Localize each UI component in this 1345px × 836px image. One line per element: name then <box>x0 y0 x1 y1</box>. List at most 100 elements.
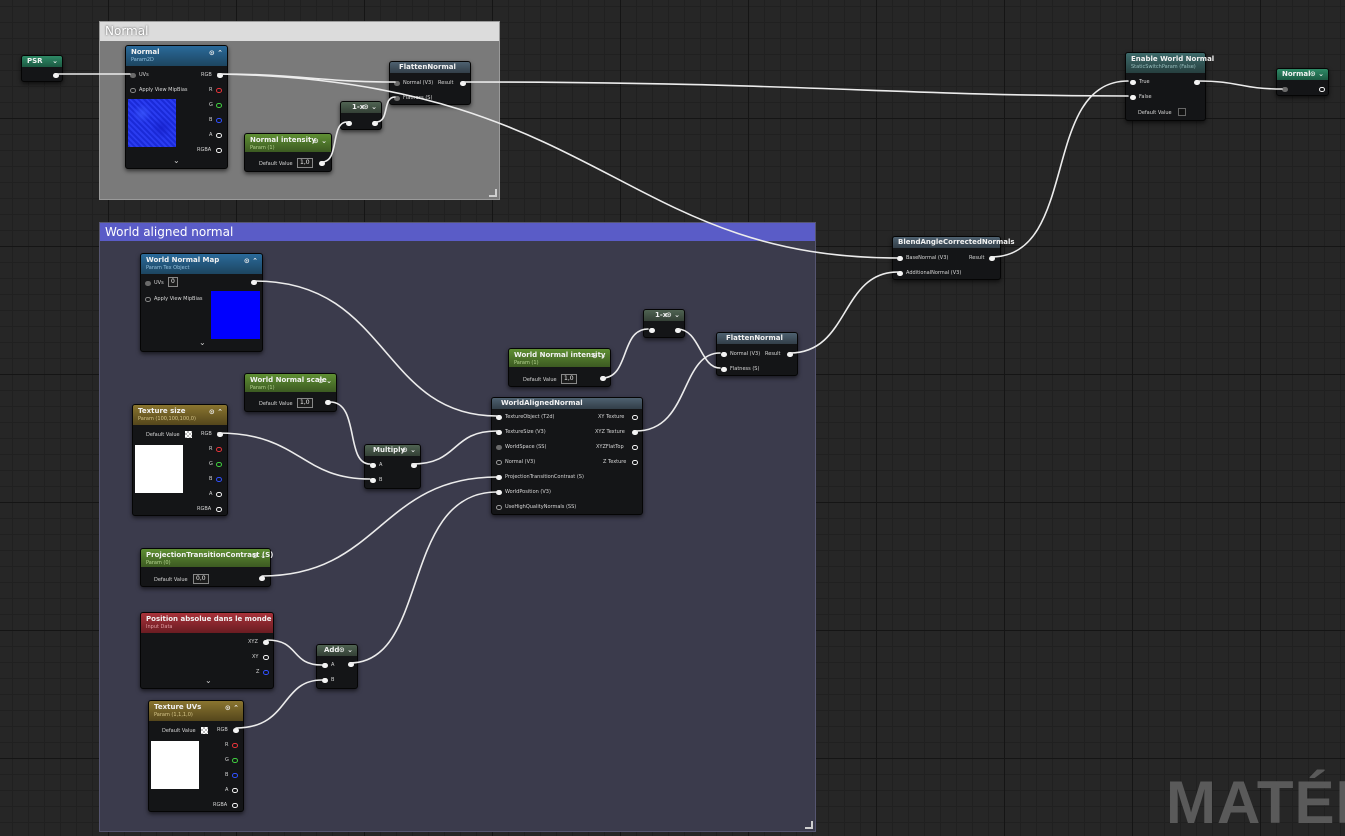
output-pin-rgba[interactable] <box>216 507 222 512</box>
output-pin-r[interactable] <box>216 88 222 93</box>
expand-chevron-icon[interactable]: ⌄ <box>173 156 180 165</box>
default-value-input[interactable]: 1,0 <box>561 374 577 384</box>
node-projection-transition-contrast[interactable]: ProjectionTransitionContrast (S) Param (… <box>140 548 273 587</box>
node-world-normal-scale[interactable]: World Normal scale Param (1) ⊙ ⌄ Default… <box>244 373 337 412</box>
node-options-icon[interactable]: ⊙ ⌃ <box>225 704 239 712</box>
node-options-icon[interactable]: ⊙ ⌄ <box>313 137 327 145</box>
node-header[interactable]: Multiply ⊙ ⌄ <box>365 445 420 456</box>
node-header[interactable]: Position absolue dans le monde Input Dat… <box>141 613 273 633</box>
node-options-icon[interactable]: ⊙ ⌄ <box>339 646 353 654</box>
output-pin-a[interactable] <box>216 133 222 138</box>
input-pin-mipbias[interactable] <box>145 297 151 302</box>
input-pin-world-position[interactable] <box>496 490 502 495</box>
node-options-icon[interactable]: ⊙ ⌄ <box>252 552 266 560</box>
input-pin-uvs[interactable] <box>145 281 151 286</box>
node-add[interactable]: Add ⊙ ⌄ A B <box>316 644 358 689</box>
input-pin[interactable] <box>649 328 655 333</box>
node-options-icon[interactable]: ⊙ ⌃ <box>209 49 223 57</box>
output-pin-z[interactable] <box>263 670 269 675</box>
node-normal-texture[interactable]: Normal Param2D ⊙ ⌃ UVs Apply View MipBia… <box>125 45 228 169</box>
output-pin-a[interactable] <box>216 492 222 497</box>
input-pin-normal[interactable] <box>394 81 400 86</box>
color-picker-swatch[interactable] <box>201 727 208 734</box>
default-value-input[interactable]: 0,0 <box>193 574 209 584</box>
resize-handle-icon[interactable] <box>489 189 497 197</box>
output-pin-z-texture[interactable] <box>632 460 638 465</box>
output-pin-xyz-flat-top[interactable] <box>632 445 638 450</box>
default-value-input[interactable]: 1,0 <box>297 398 313 408</box>
output-pin[interactable] <box>1194 80 1200 85</box>
node-texture-size[interactable]: Texture size Param (100,100,100,0) ⊙ ⌃ D… <box>132 404 228 516</box>
input-pin-uvs[interactable] <box>130 73 136 78</box>
node-options-icon[interactable]: ⊙ ⌄ <box>363 103 377 111</box>
node-psr[interactable]: PSR ⌄ <box>21 55 63 82</box>
output-pin[interactable] <box>325 400 331 405</box>
input-pin-additional-normal[interactable] <box>897 271 903 276</box>
output-pin-rgb[interactable] <box>217 73 223 78</box>
node-texture-uvs[interactable]: Texture UVs Param (1,1,1,0) ⊙ ⌃ Default … <box>148 700 244 812</box>
node-options-icon[interactable]: ⊙ ⌃ <box>244 257 258 265</box>
node-header[interactable]: 1-x ⊙ ⌄ <box>644 310 684 321</box>
output-pin-xy-texture[interactable] <box>632 415 638 420</box>
node-world-normal-map[interactable]: World Normal Map Param Tex Object ⊙ ⌃ UV… <box>140 253 263 352</box>
node-blend-angle-corrected-normals[interactable]: BlendAngleCorrectedNormals BaseNormal (V… <box>892 236 1015 280</box>
output-pin-xy[interactable] <box>263 655 269 660</box>
node-header[interactable]: World Normal Map Param Tex Object ⊙ ⌃ <box>141 254 262 274</box>
input-pin-flatness[interactable] <box>394 96 400 101</box>
input-pin-b[interactable] <box>370 478 376 483</box>
node-world-aligned-normal[interactable]: WorldAlignedNormal TextureObject (T2d) T… <box>491 397 643 515</box>
input-pin-texture-object[interactable] <box>496 415 502 420</box>
output-pin[interactable] <box>600 376 606 381</box>
node-options-icon[interactable]: ⊙ ⌄ <box>402 446 416 454</box>
output-pin[interactable] <box>259 576 265 581</box>
node-header[interactable]: Enable World Normal StaticSwitchParam (F… <box>1126 53 1214 73</box>
input-pin-mipbias[interactable] <box>130 88 136 93</box>
node-header[interactable]: World Normal scale Param (1) ⊙ ⌄ <box>245 374 336 392</box>
output-pin-result[interactable] <box>460 81 466 86</box>
node-options-icon[interactable]: ⊙ ⌄ <box>318 377 332 385</box>
input-pin-false[interactable] <box>1130 95 1136 100</box>
default-value-input[interactable]: 1,0 <box>297 158 313 168</box>
node-options-icon[interactable]: ⊙ ⌃ <box>209 408 223 416</box>
output-pin-result[interactable] <box>787 352 793 357</box>
node-header[interactable]: PSR ⌄ <box>22 56 62 67</box>
output-pin[interactable] <box>372 121 378 126</box>
input-pin-flatness[interactable] <box>721 367 727 372</box>
output-pin[interactable] <box>348 662 354 667</box>
material-graph-canvas[interactable]: Normal World aligned normal PSR ⌄ Normal… <box>0 0 1345 836</box>
output-pin-b[interactable] <box>216 477 222 482</box>
default-value-checkbox[interactable] <box>1178 108 1186 116</box>
output-pin-r[interactable] <box>232 743 238 748</box>
input-pin-projection-contrast[interactable] <box>496 475 502 480</box>
input-pin-normal[interactable] <box>721 352 727 357</box>
resize-handle-icon[interactable] <box>805 821 813 829</box>
node-header[interactable]: Normal Param2D ⊙ ⌃ <box>126 46 227 66</box>
input-pin-a[interactable] <box>370 463 376 468</box>
node-flatten-normal-world[interactable]: FlattenNormal Normal (V3) Flatness (S) R… <box>716 332 798 376</box>
node-normal-intensity[interactable]: Normal intensity Param (1) ⊙ ⌄ Default V… <box>244 133 332 172</box>
input-pin-texture-size[interactable] <box>496 430 502 435</box>
node-normal-output[interactable]: Normal ⊙ ⌄ <box>1276 68 1329 96</box>
input-pin-a[interactable] <box>322 663 328 668</box>
node-options-icon[interactable]: ⊙ ⌄ <box>592 352 606 360</box>
expand-chevron-icon[interactable]: ⌄ <box>205 676 212 685</box>
node-header[interactable]: Normal ⊙ ⌄ <box>1277 69 1328 80</box>
output-pin-rgb[interactable] <box>217 432 223 437</box>
node-options-icon[interactable]: ⊙ ⌄ <box>1310 70 1324 78</box>
node-enable-world-normal[interactable]: Enable World Normal StaticSwitchParam (F… <box>1125 52 1214 121</box>
node-header[interactable]: FlattenNormal <box>390 62 470 73</box>
input-pin-b[interactable] <box>322 678 328 683</box>
output-pin-rgba[interactable] <box>232 803 238 808</box>
output-pin-texture-object[interactable] <box>251 280 257 285</box>
output-pin[interactable] <box>53 73 59 78</box>
node-header[interactable]: Normal intensity Param (1) ⊙ ⌄ <box>245 134 331 152</box>
node-header[interactable]: Texture size Param (100,100,100,0) ⊙ ⌃ <box>133 405 227 425</box>
node-flatten-normal[interactable]: FlattenNormal Normal (V3) Flatness (S) R… <box>389 61 471 105</box>
output-pin-a[interactable] <box>232 788 238 793</box>
node-header[interactable]: Texture UVs Param (1,1,1,0) ⊙ ⌃ <box>149 701 243 721</box>
output-pin[interactable] <box>675 328 681 333</box>
input-pin-normal[interactable] <box>496 460 502 465</box>
input-pin[interactable] <box>1282 87 1288 92</box>
output-pin-g[interactable] <box>232 758 238 763</box>
output-pin-b[interactable] <box>232 773 238 778</box>
